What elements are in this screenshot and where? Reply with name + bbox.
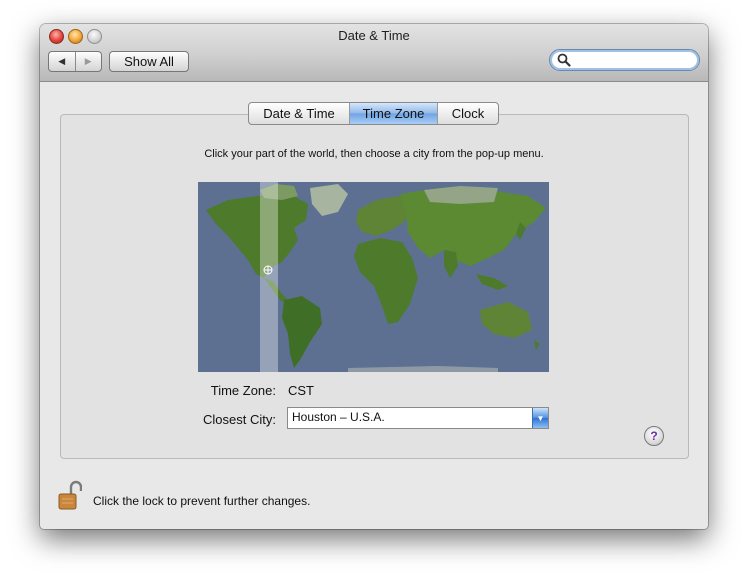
help-button[interactable]: ? <box>644 426 664 446</box>
instructions-text: Click your part of the world, then choos… <box>204 148 544 160</box>
tab-time-zone[interactable]: Time Zone <box>350 103 438 124</box>
tab-bar: Date & Time Time Zone Clock <box>248 102 499 125</box>
city-marker-icon <box>263 265 273 275</box>
preferences-window: Date & Time ◀ ▶ Show All Date & Time Tim… <box>40 24 708 529</box>
closest-city-select[interactable]: Houston – U.S.A. ▼ <box>287 407 549 429</box>
time-zone-value: CST <box>288 383 314 398</box>
forward-arrow-icon[interactable]: ▶ <box>76 52 102 71</box>
closest-city-value: Houston – U.S.A. <box>292 410 385 424</box>
time-zone-band <box>260 182 278 372</box>
dropdown-arrow-icon[interactable]: ▼ <box>532 408 548 428</box>
time-zone-label: Time Zone: <box>210 383 276 398</box>
search-input[interactable] <box>574 52 696 69</box>
search-field[interactable] <box>549 49 700 71</box>
back-arrow-icon[interactable]: ◀ <box>49 52 76 71</box>
window-title: Date & Time <box>338 28 410 43</box>
tab-date-time[interactable]: Date & Time <box>249 103 350 124</box>
world-map-image <box>198 182 549 372</box>
lock-status-text: Click the lock to prevent further change… <box>93 494 311 508</box>
show-all-button[interactable]: Show All <box>109 51 189 72</box>
navigation-buttons: ◀ ▶ <box>48 51 102 72</box>
tab-clock[interactable]: Clock <box>438 103 498 124</box>
closest-city-label: Closest City: <box>203 412 276 427</box>
unlocked-lock-icon[interactable] <box>58 479 82 511</box>
world-map[interactable] <box>198 182 549 372</box>
title-toolbar: Date & Time ◀ ▶ Show All <box>40 24 708 82</box>
magnifier-icon <box>557 53 571 67</box>
